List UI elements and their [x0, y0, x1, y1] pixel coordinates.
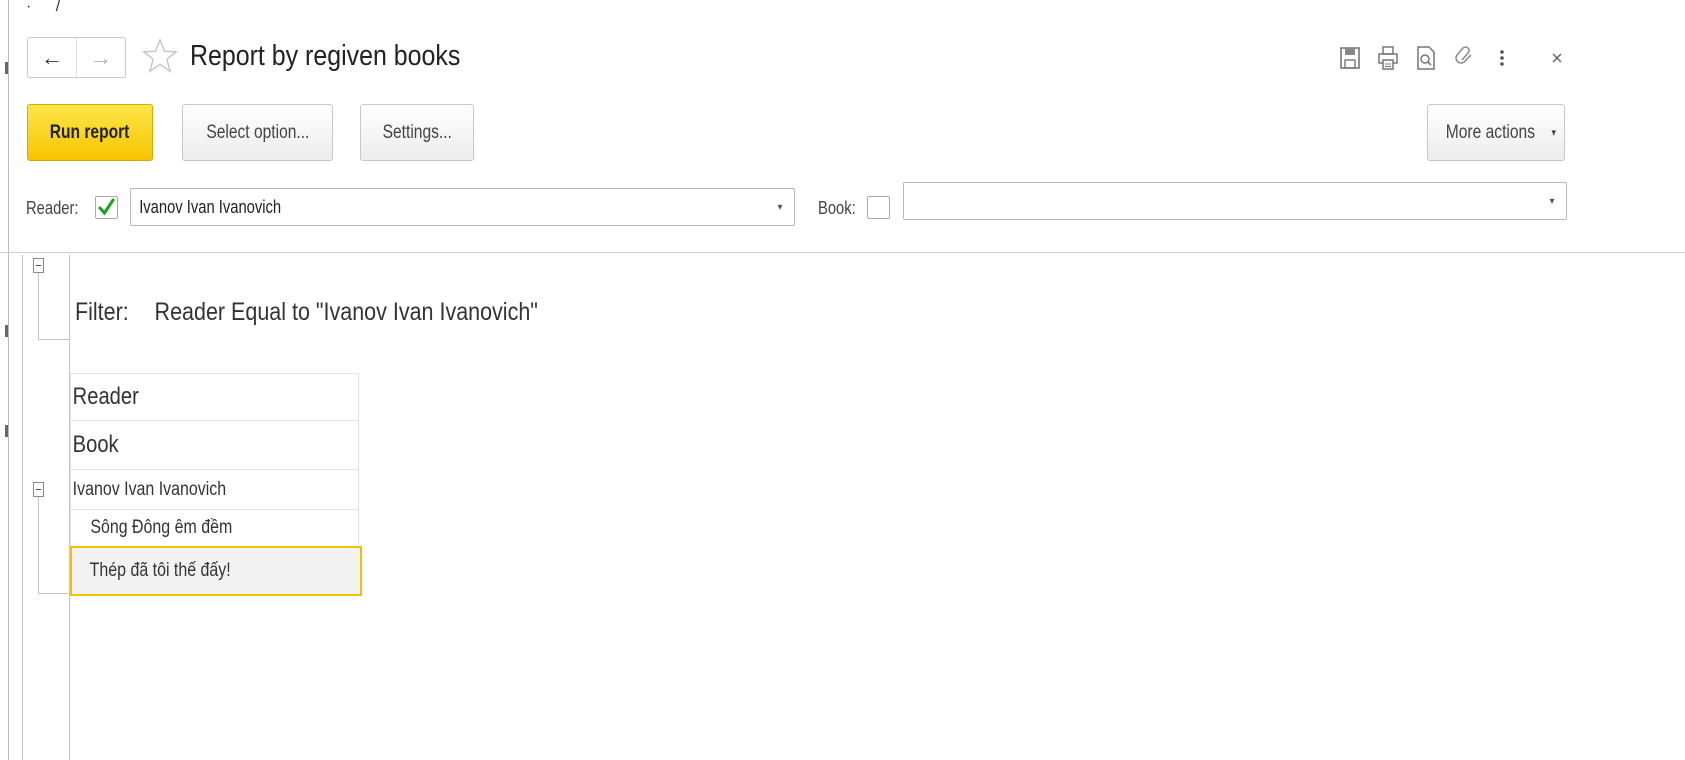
reader-value: Ivanov Ivan Ivanovich [139, 196, 282, 217]
report-frame-left [22, 255, 23, 760]
window-edge-mark [5, 62, 8, 74]
page-title: Report by regiven books [190, 40, 461, 72]
arrow-right-icon: → [90, 44, 112, 70]
collapse-toggle-icon[interactable] [33, 258, 44, 273]
select-option-button[interactable]: Select option... [182, 104, 333, 161]
book-dropdown-icon[interactable]: ▾ [1538, 196, 1566, 207]
report-filter-text: Filter: Reader Equal to "Ivanov Ivan Ivan… [75, 298, 538, 326]
save-icon[interactable] [1338, 44, 1362, 72]
table-row-book-selected[interactable]: Thép đã tôi thế đấy! [70, 546, 362, 596]
reader-dropdown-icon[interactable]: ▾ [766, 202, 794, 213]
window-edge-mark [5, 425, 8, 437]
group-line [38, 339, 69, 340]
collapse-toggle-icon[interactable] [33, 482, 44, 497]
close-icon[interactable] [1546, 44, 1570, 72]
more-vertical-icon[interactable] [1490, 44, 1514, 72]
navigation-buttons: ← → [27, 37, 126, 78]
reader-label: Reader: [26, 198, 79, 218]
table-row-reader-group[interactable]: Ivanov Ivan Ivanovich [70, 470, 359, 510]
window-left-border [8, 0, 9, 760]
top-glyph: · / [26, 0, 71, 15]
book-field[interactable]: ▾ [903, 182, 1567, 220]
forward-button[interactable]: → [76, 38, 125, 77]
favorite-star-icon[interactable] [141, 36, 179, 76]
group-line [38, 273, 39, 339]
reader-field[interactable]: Ivanov Ivan Ivanovich ▾ [130, 188, 795, 226]
run-report-button[interactable]: Run report [27, 104, 153, 161]
preview-icon[interactable] [1414, 44, 1438, 72]
column-header-book: Book [70, 421, 359, 470]
group-line [38, 497, 39, 593]
settings-button[interactable]: Settings... [360, 104, 474, 161]
checkmark-icon [98, 198, 115, 216]
print-icon[interactable] [1376, 44, 1400, 72]
chevron-down-icon: ▾ [1551, 127, 1556, 139]
table-row-book[interactable]: Sông Đông êm đềm [70, 510, 359, 547]
toolbar-separator [0, 252, 1685, 253]
column-header-reader: Reader [70, 373, 359, 421]
link-icon[interactable] [1452, 44, 1476, 72]
arrow-left-icon: ← [41, 44, 63, 70]
reader-checkbox[interactable] [95, 196, 118, 219]
window-edge-mark [5, 325, 8, 337]
group-line [38, 593, 69, 594]
book-label: Book: [818, 198, 856, 218]
back-button[interactable]: ← [28, 38, 76, 77]
book-checkbox[interactable] [867, 196, 890, 219]
more-actions-button[interactable]: More actions ▾ [1427, 104, 1565, 161]
